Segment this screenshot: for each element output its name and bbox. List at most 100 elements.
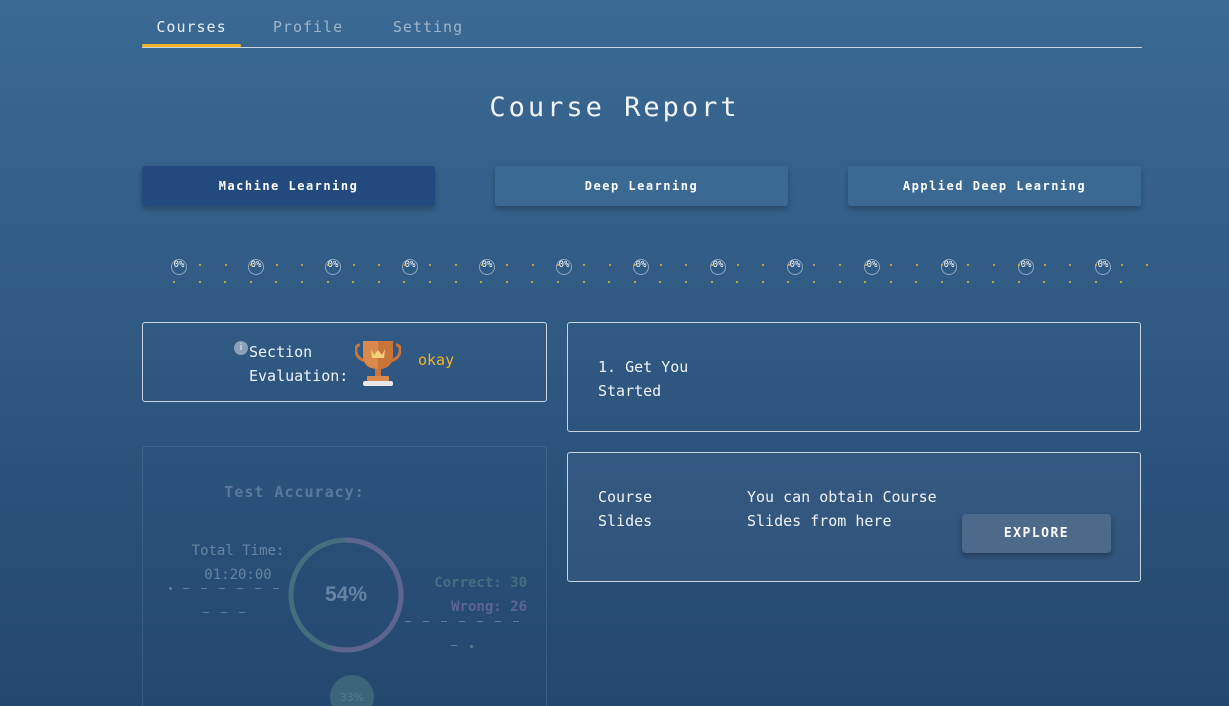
test-accuracy-title: Test Accuracy: <box>224 483 365 501</box>
progress-node[interactable]: 0% <box>633 259 649 275</box>
accuracy-percent: 54% <box>325 583 367 606</box>
progress-connector-dot <box>173 281 175 283</box>
progress-connector-dot <box>992 264 995 266</box>
progress-connector-dot <box>454 281 457 283</box>
connector-dash <box>459 621 465 622</box>
progress-connector-dot <box>429 281 431 283</box>
course-slides-description: You can obtain Course Slides from here <box>747 488 937 530</box>
section-title: 1. Get You Started <box>598 358 689 400</box>
progress-connector-dot <box>787 281 790 283</box>
progress-node[interactable]: 0% <box>171 259 187 275</box>
progress-node-percent: 0% <box>789 260 801 270</box>
progress-connector-dot <box>480 264 483 266</box>
connector-dash <box>255 588 261 589</box>
progress-connector-dot <box>1017 281 1020 283</box>
progress-node-percent: 0% <box>635 260 647 270</box>
progress-node-percent: 0% <box>1020 260 1032 270</box>
progress-connector-dot <box>736 264 739 266</box>
connector-dash <box>441 621 447 622</box>
progress-connector-dot <box>1095 264 1097 266</box>
progress-node-percent: 0% <box>327 260 339 270</box>
progress-node[interactable]: 0% <box>941 259 957 275</box>
progress-connector-dot <box>301 281 303 283</box>
progress-connector-dot <box>1120 264 1123 266</box>
progress-connector-dot <box>608 264 611 266</box>
course-button-machine-learning[interactable]: Machine Learning <box>142 166 435 206</box>
course-slides-panel: Course Slides You can obtain Course Slid… <box>567 452 1141 582</box>
progress-node[interactable]: 0% <box>710 259 726 275</box>
connector-dash <box>423 621 429 622</box>
progress-node[interactable]: 0% <box>248 259 264 275</box>
progress-node[interactable]: 0% <box>479 259 495 275</box>
section-evaluation-panel: i Section Evaluation: okay <box>142 322 547 402</box>
progress-connector-dot <box>352 281 355 283</box>
progress-connector-dot <box>915 281 918 283</box>
info-icon[interactable]: i <box>234 341 248 355</box>
course-button-applied-deep-learning[interactable]: Applied Deep Learning <box>848 166 1141 206</box>
progress-connector-dot <box>352 264 355 266</box>
top-nav-tabs: Courses Profile Setting <box>142 0 1142 48</box>
connector-dash <box>495 621 501 622</box>
progress-node[interactable]: 0% <box>1018 259 1034 275</box>
tab-profile[interactable]: Profile <box>260 18 356 48</box>
progress-connector-dot <box>992 281 995 283</box>
connector-dash <box>477 621 483 622</box>
progress-connector-dot <box>326 281 329 283</box>
progress-connector-dot <box>711 264 713 266</box>
connector-dash <box>239 612 245 613</box>
progress-node[interactable]: 0% <box>787 259 803 275</box>
progress-node[interactable]: 0% <box>402 259 418 275</box>
progress-connector-dot <box>659 281 662 283</box>
progress-connector-dot <box>224 281 227 283</box>
progress-connector-dot <box>915 264 918 266</box>
progress-connector-dot <box>967 264 969 266</box>
progress-node-percent: 0% <box>404 260 416 270</box>
progress-connector-dot <box>249 281 252 283</box>
progress-node[interactable]: 0% <box>864 259 880 275</box>
course-button-deep-learning[interactable]: Deep Learning <box>495 166 788 206</box>
progress-node[interactable]: 0% <box>325 259 341 275</box>
progress-node[interactable]: 0% <box>1095 259 1111 275</box>
progress-connector-dot <box>736 281 739 283</box>
tab-setting[interactable]: Setting <box>380 18 476 48</box>
progress-connector-dot <box>659 264 662 266</box>
progress-connector-dot <box>275 264 278 266</box>
progress-connector-dot <box>1094 281 1097 283</box>
progress-node-percent: 0% <box>943 260 955 270</box>
progress-node-percent: 0% <box>173 260 185 270</box>
total-time-label: Total Time: <box>191 543 285 559</box>
section-panel: 1. Get You Started <box>567 322 1141 432</box>
progress-connector-dot <box>378 264 381 266</box>
connector-dash <box>451 645 457 646</box>
progress-connector-dot <box>1069 281 1071 283</box>
progress-node[interactable]: 0% <box>556 259 572 275</box>
progress-connector-dot <box>224 264 227 266</box>
progress-connector-dot <box>301 264 304 266</box>
secondary-percent-circle: 33% <box>330 675 374 706</box>
progress-connector-dot <box>864 281 867 283</box>
active-tab-indicator <box>142 44 241 47</box>
section-evaluation-value: okay <box>418 351 455 369</box>
progress-connector-dot <box>506 264 509 266</box>
progress-connector-dot <box>787 264 790 266</box>
progress-connector-dot <box>685 264 688 266</box>
progress-connector-dot <box>608 281 611 283</box>
progress-connector-dot <box>275 281 278 283</box>
progress-connector-dot <box>198 281 201 283</box>
progress-connector-dot <box>761 281 764 283</box>
progress-connector-dot <box>890 264 893 266</box>
explore-button[interactable]: EXPLORE <box>962 514 1111 553</box>
progress-connector-dot <box>1043 264 1046 266</box>
connector-dash <box>405 621 411 622</box>
connector-dot <box>470 645 473 648</box>
progress-connector-dot <box>531 281 534 283</box>
progress-connector-dot <box>889 281 892 283</box>
section-evaluation-label: Section Evaluation: <box>249 343 349 385</box>
progress-connector-dot <box>633 281 636 283</box>
connector-dash <box>273 588 279 589</box>
total-time-value: 01:20:00 <box>204 567 272 583</box>
connector-dash <box>203 612 209 613</box>
course-slides-label: Course Slides <box>598 488 653 530</box>
connector-dash <box>183 588 189 589</box>
progress-connector-dot <box>327 264 329 266</box>
